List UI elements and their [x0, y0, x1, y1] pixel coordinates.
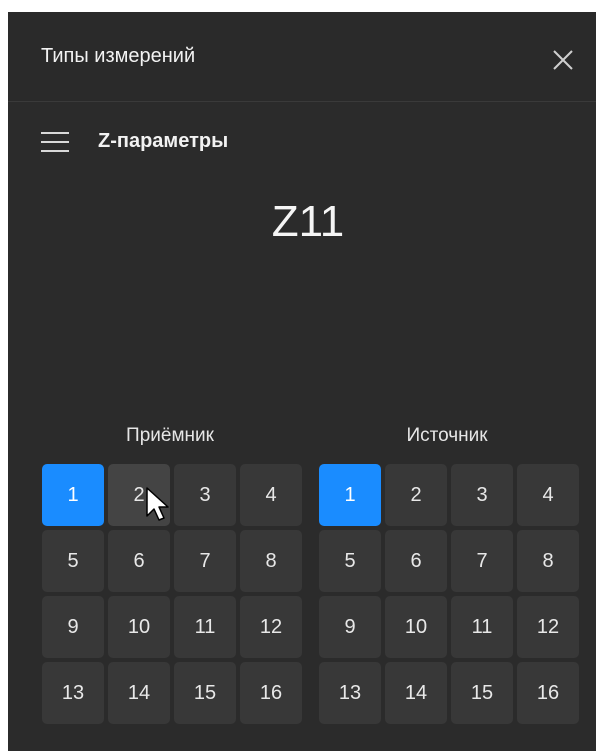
source-port-button-7[interactable]: 7 [451, 530, 513, 592]
source-port-button-16[interactable]: 16 [517, 662, 579, 724]
receiver-port-button-10[interactable]: 10 [108, 596, 170, 658]
receiver-port-button-7[interactable]: 7 [174, 530, 236, 592]
parameter-category-title: Z-параметры [98, 130, 229, 152]
receiver-port-button-16[interactable]: 16 [240, 662, 302, 724]
source-port-grid: 1 2 3 4 5 6 7 8 9 10 11 12 13 14 15 16 [319, 464, 579, 724]
receiver-port-button-5[interactable]: 5 [42, 530, 104, 592]
panel-header: Типы измерений [8, 12, 596, 102]
source-port-button-9[interactable]: 9 [319, 596, 381, 658]
source-port-button-15[interactable]: 15 [451, 662, 513, 724]
measurement-types-panel: Типы измерений Z-параметры Z11 Приёмник … [8, 12, 596, 751]
source-port-button-8[interactable]: 8 [517, 530, 579, 592]
receiver-port-button-4[interactable]: 4 [240, 464, 302, 526]
source-port-button-13[interactable]: 13 [319, 662, 381, 724]
parameter-category-row: Z-параметры [8, 122, 596, 162]
receiver-port-button-12[interactable]: 12 [240, 596, 302, 658]
source-port-button-2[interactable]: 2 [385, 464, 447, 526]
source-port-button-5[interactable]: 5 [319, 530, 381, 592]
hamburger-icon [41, 132, 69, 152]
source-port-button-1[interactable]: 1 [319, 464, 381, 526]
receiver-port-button-6[interactable]: 6 [108, 530, 170, 592]
receiver-port-button-13[interactable]: 13 [42, 662, 104, 724]
receiver-port-button-1[interactable]: 1 [42, 464, 104, 526]
source-port-button-12[interactable]: 12 [517, 596, 579, 658]
receiver-port-button-14[interactable]: 14 [108, 662, 170, 724]
source-port-button-14[interactable]: 14 [385, 662, 447, 724]
receiver-port-button-11[interactable]: 11 [174, 596, 236, 658]
source-port-button-6[interactable]: 6 [385, 530, 447, 592]
close-button[interactable] [549, 46, 577, 74]
receiver-port-button-3[interactable]: 3 [174, 464, 236, 526]
source-port-button-11[interactable]: 11 [451, 596, 513, 658]
source-port-button-10[interactable]: 10 [385, 596, 447, 658]
close-icon [553, 50, 573, 70]
receiver-label: Приёмник [126, 425, 214, 446]
receiver-port-button-8[interactable]: 8 [240, 530, 302, 592]
receiver-port-grid: 1 2 3 4 5 6 7 8 9 10 11 12 13 14 15 16 [42, 464, 302, 724]
source-port-button-3[interactable]: 3 [451, 464, 513, 526]
receiver-port-button-2[interactable]: 2 [108, 464, 170, 526]
source-label: Источник [406, 425, 488, 446]
panel-title: Типы измерений [41, 45, 196, 67]
source-port-button-4[interactable]: 4 [517, 464, 579, 526]
receiver-port-button-15[interactable]: 15 [174, 662, 236, 724]
menu-button[interactable] [41, 129, 69, 155]
receiver-port-button-9[interactable]: 9 [42, 596, 104, 658]
measurement-value: Z11 [271, 197, 345, 246]
